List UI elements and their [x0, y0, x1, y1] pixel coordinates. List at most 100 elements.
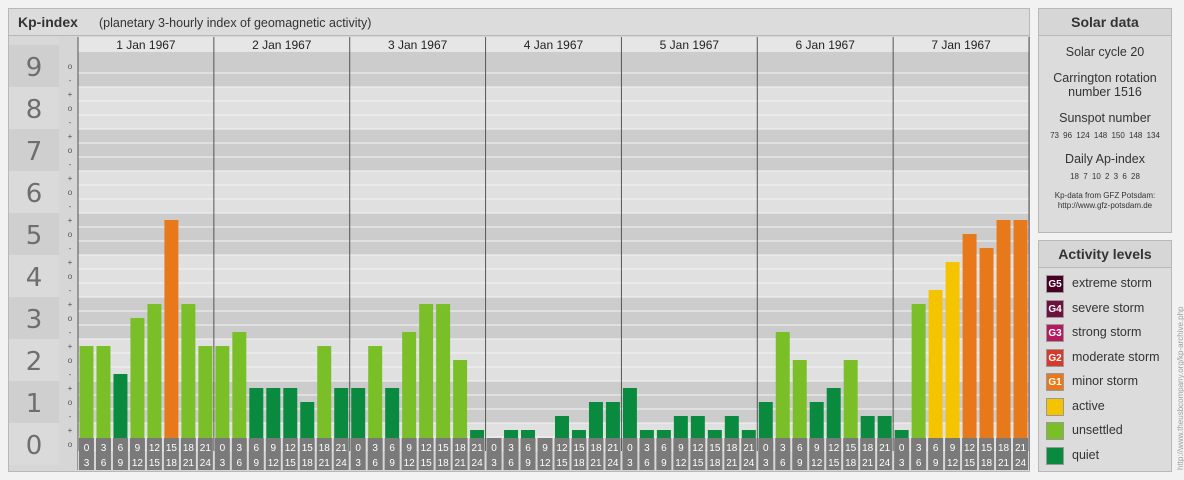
y-minor-tick: - [69, 118, 72, 127]
interval-end: 15 [964, 458, 976, 469]
legend-label: active [1072, 398, 1105, 413]
legend-swatch: G2 [1046, 348, 1064, 367]
y-minor-tick: - [69, 160, 72, 169]
credit-link[interactable]: http://www.gfz-potsdam.de [1039, 201, 1171, 211]
carrington-rotation: Carrington rotation number 1516 [1053, 71, 1157, 99]
interval-end: 9 [797, 458, 803, 469]
kp-bar [792, 360, 807, 452]
y-tick-label: 9 [26, 53, 43, 83]
interval-start: 18 [319, 443, 331, 454]
interval-start: 21 [879, 443, 891, 454]
interval-start: 0 [763, 443, 769, 454]
y-minor-tick: - [69, 76, 72, 85]
interval-start: 3 [780, 443, 786, 454]
grid-band [78, 213, 1029, 255]
y-tick-label: 4 [26, 263, 43, 293]
legend-label: strong storm [1072, 325, 1142, 339]
data-credit: Kp-data from GFZ Potsdam: http://www.gfz… [1039, 191, 1171, 211]
kp-bar [775, 331, 790, 452]
interval-start: 6 [797, 443, 803, 454]
kp-bar [843, 360, 858, 452]
kp-bar [215, 346, 230, 452]
interval-start: 12 [828, 443, 840, 454]
kp-bar [79, 346, 94, 452]
interval-end: 6 [372, 458, 378, 469]
y-tick-label: 2 [26, 347, 43, 377]
grid-band [78, 297, 1029, 339]
legend-label: unsettled [1072, 423, 1123, 437]
grid-band [78, 255, 1029, 297]
kp-bar [164, 220, 179, 452]
kp-bar [130, 318, 145, 452]
legend-swatch: G3 [1046, 324, 1064, 342]
y-minor-tick: + [68, 342, 73, 351]
sunspot-values: 73 96 124 148 150 148 134 [1050, 131, 1160, 140]
interval-end: 6 [237, 458, 243, 469]
interval-end: 15 [149, 458, 161, 469]
interval-end: 6 [101, 458, 107, 469]
interval-start: 3 [644, 443, 650, 454]
legend-label: quiet [1072, 447, 1100, 462]
interval-end: 15 [692, 458, 704, 469]
interval-start: 15 [438, 443, 450, 454]
interval-start: 6 [661, 443, 667, 454]
interval-end: 21 [183, 458, 195, 469]
interval-end: 12 [268, 458, 280, 469]
y-tick-label: 0 [26, 431, 43, 461]
legend-swatch: G4 [1046, 299, 1064, 318]
interval-start: 0 [355, 443, 361, 454]
interval-start: 0 [491, 443, 497, 454]
kp-bar [945, 262, 960, 452]
interval-end: 24 [607, 458, 619, 469]
interval-start: 6 [389, 443, 395, 454]
y-minor-tick: + [68, 384, 73, 393]
y-minor-tick: - [69, 244, 72, 253]
kp-bar [317, 346, 332, 452]
kp-bar [419, 304, 434, 452]
interval-end: 21 [862, 458, 874, 469]
interval-start: 0 [899, 443, 905, 454]
interval-start: 9 [950, 443, 956, 454]
legend-swatch [1046, 446, 1064, 465]
interval-end: 18 [438, 458, 450, 469]
interval-start: 6 [118, 443, 124, 454]
y-minor-tick: o [68, 356, 73, 365]
interval-start: 12 [964, 443, 976, 454]
legend-swatch [1046, 397, 1064, 416]
interval-start: 3 [508, 443, 514, 454]
y-minor-tick: o [68, 398, 73, 407]
interval-start: 6 [933, 443, 939, 454]
interval-start: 21 [200, 443, 212, 454]
interval-start: 18 [726, 443, 738, 454]
y-tick-label: 7 [26, 137, 43, 167]
interval-end: 21 [590, 458, 602, 469]
interval-start: 0 [220, 443, 226, 454]
y-minor-tick: o [68, 188, 73, 197]
legend-label: extreme storm [1072, 276, 1152, 290]
y-minor-tick: o [68, 314, 73, 323]
interval-end: 18 [709, 458, 721, 469]
interval-end: 9 [389, 458, 395, 469]
legend-swatch: G5 [1046, 275, 1064, 293]
y-tick-label: 1 [26, 389, 43, 419]
y-minor-tick: + [68, 258, 73, 267]
y-minor-tick: + [68, 300, 73, 309]
interval-end: 9 [254, 458, 260, 469]
interval-end: 18 [573, 458, 585, 469]
interval-end: 3 [627, 458, 633, 469]
interval-start: 3 [916, 443, 922, 454]
kp-bar [198, 346, 213, 452]
interval-end: 18 [302, 458, 314, 469]
interval-end: 3 [491, 458, 497, 469]
interval-start: 18 [590, 443, 602, 454]
interval-end: 24 [1015, 458, 1027, 469]
interval-start: 9 [406, 443, 412, 454]
y-minor-tick: o [68, 440, 73, 449]
day-label: 2 Jan 1967 [252, 38, 312, 52]
interval-end: 24 [879, 458, 891, 469]
y-minor-tick: - [69, 412, 72, 421]
interval-end: 9 [525, 458, 531, 469]
interval-start: 9 [542, 443, 548, 454]
interval-end: 12 [132, 458, 144, 469]
kp-bar [911, 304, 926, 452]
